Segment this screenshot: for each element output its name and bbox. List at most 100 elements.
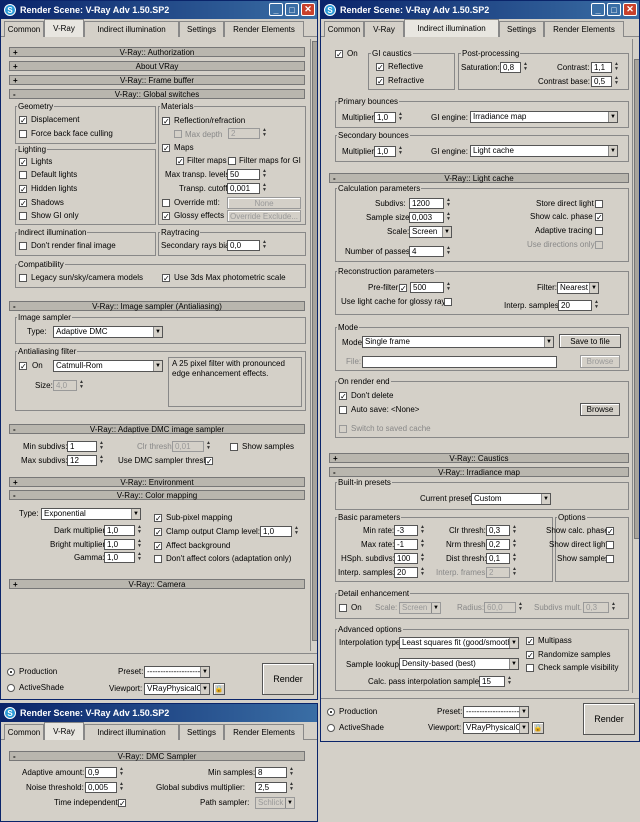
tab-indirect-illumination[interactable]: Indirect illumination (404, 19, 499, 37)
secondary-multiplier-spinner-arrows[interactable]: ▲ ▼ (397, 146, 404, 157)
tab-indirect-illumination[interactable]: Indirect illumination (84, 724, 179, 740)
store-direct-checkbox[interactable] (595, 200, 603, 208)
lc-interp-samples-spinner[interactable]: 20 (558, 300, 592, 311)
legacy-sun-checkbox[interactable] (19, 274, 27, 282)
rollout-about[interactable]: + About VRay (9, 61, 305, 71)
max-depth-spinner-arrows[interactable]: ▲ ▼ (261, 128, 268, 139)
transp-cutoff-spinner[interactable]: 0,001 (227, 183, 260, 194)
rollout-frame-buffer[interactable]: + V-Ray:: Frame buffer (9, 75, 305, 85)
lc-subdivs-spinner[interactable]: 1200 (409, 198, 444, 209)
min-subdivs-spinner[interactable]: 1 (67, 441, 97, 452)
rollout-authorization[interactable]: + V-Ray:: Authorization (9, 47, 305, 57)
tab-common[interactable]: Common (4, 21, 44, 37)
rollout-adaptive-dmc[interactable]: - V-Ray:: Adaptive DMC image sampler (9, 424, 305, 434)
noise-threshold-spinner-arrows[interactable]: ▲ ▼ (118, 782, 125, 793)
clamp-level-spinner-arrows[interactable]: ▲ ▼ (293, 526, 300, 537)
glossy-effects-checkbox[interactable]: ✓ (162, 212, 170, 221)
show-direct-light-checkbox[interactable] (606, 541, 614, 549)
mode-dropdown[interactable]: Single frame ▼ (362, 336, 554, 348)
secondary-bias-spinner[interactable]: 0,0 (227, 240, 260, 251)
close-button[interactable]: ✕ (623, 3, 637, 16)
dark-multiplier-spinner[interactable]: 1,0 (104, 525, 135, 536)
auto-save-browse-button[interactable]: Browse (580, 403, 620, 416)
max-subdivs-spinner[interactable]: 12 (67, 455, 97, 466)
aa-filter-dropdown[interactable]: Catmull-Rom ▼ (53, 360, 163, 372)
rollout-color-mapping[interactable]: - V-Ray:: Color mapping (9, 490, 305, 500)
lc-filter-dropdown[interactable]: Nearest ▼ (557, 282, 599, 294)
lc-interp-samples-spinner-arrows[interactable]: ▲ ▼ (593, 300, 600, 311)
minimize-button[interactable]: _ (269, 3, 283, 16)
default-lights-checkbox[interactable] (19, 171, 27, 179)
preset-dropdown[interactable]: ---------------------------▼ (463, 706, 529, 718)
tab-settings[interactable]: Settings (179, 724, 224, 740)
interp-frames-spinner-arrows[interactable]: ▲ ▼ (511, 567, 518, 578)
tab-render-elements[interactable]: Render Elements (224, 21, 304, 37)
max-depth-checkbox[interactable] (174, 130, 182, 138)
dark-multiplier-spinner-arrows[interactable]: ▲ ▼ (136, 525, 143, 536)
clamp-level-spinner[interactable]: 1,0 (260, 526, 292, 537)
maps-checkbox[interactable]: ✓ (162, 144, 170, 153)
irr-interp-samples-spinner-arrows[interactable]: ▲ ▼ (419, 567, 426, 578)
filter-maps-gi-checkbox[interactable] (228, 157, 236, 165)
image-sampler-type-dropdown[interactable]: Adaptive DMC ▼ (53, 326, 163, 338)
hidden-lights-checkbox[interactable]: ✓ (19, 185, 27, 194)
min-rate-spinner[interactable]: -3 (394, 525, 418, 536)
min-rate-spinner-arrows[interactable]: ▲ ▼ (419, 525, 426, 536)
tab-vray[interactable]: V-Ray (364, 21, 404, 37)
switch-saved-cache-checkbox[interactable] (339, 425, 347, 433)
title-bar[interactable]: S Render Scene: V-Ray Adv 1.50.SP2 (1, 704, 317, 722)
contrast-base-spinner[interactable]: 0,5 (591, 76, 612, 87)
rollout-caustics[interactable]: + V-Ray:: Caustics (329, 453, 629, 463)
interp-type-dropdown[interactable]: Least squares fit (good/smooth ▼ (399, 637, 519, 649)
max-transp-levels-spinner[interactable]: 50 (227, 169, 260, 180)
activeshade-radio[interactable] (327, 724, 335, 732)
check-visibility-checkbox[interactable] (526, 664, 534, 672)
transp-cutoff-spinner-arrows[interactable]: ▲ ▼ (261, 183, 268, 194)
interp-frames-spinner[interactable]: 2 (486, 567, 510, 578)
use-3ds-photometric-checkbox[interactable]: ✓ (162, 274, 170, 283)
scrollbar-thumb[interactable] (312, 41, 317, 641)
prefilter-spinner-arrows[interactable]: ▲ ▼ (445, 282, 452, 293)
dont-affect-colors-checkbox[interactable] (154, 555, 162, 563)
subdivs-mult-spinner[interactable]: 0,3 (583, 602, 609, 613)
viewport-dropdown[interactable]: VRayPhysicalC ▼ (463, 722, 529, 734)
time-independent-checkbox[interactable]: ✓ (118, 799, 126, 808)
file-browse-button[interactable]: Browse (580, 355, 620, 368)
num-passes-spinner-arrows[interactable]: ▲ ▼ (445, 246, 452, 257)
clamp-output-checkbox[interactable]: ✓ (154, 528, 162, 537)
adaptive-tracing-checkbox[interactable] (595, 227, 603, 235)
affect-background-checkbox[interactable]: ✓ (154, 542, 162, 551)
contrast-base-spinner-arrows[interactable]: ▲ ▼ (613, 76, 620, 87)
title-bar[interactable]: S Render Scene: V-Ray Adv 1.50.SP2 _ □ ✕ (1, 1, 317, 19)
show-gi-only-checkbox[interactable] (19, 212, 27, 220)
shadows-checkbox[interactable]: ✓ (19, 199, 27, 208)
gamma-spinner[interactable]: 1,0 (104, 552, 135, 563)
primary-multiplier-spinner[interactable]: 1,0 (374, 112, 396, 123)
radius-spinner[interactable]: 60,0 (484, 602, 516, 613)
max-rate-spinner[interactable]: -1 (394, 539, 418, 550)
max-depth-spinner[interactable]: 2 (228, 128, 260, 139)
max-rate-spinner-arrows[interactable]: ▲ ▼ (419, 539, 426, 550)
sample-size-spinner-arrows[interactable]: ▲ ▼ (445, 212, 452, 223)
current-preset-dropdown[interactable]: Custom ▼ (471, 493, 551, 505)
rollout-irradiance-map[interactable]: - V-Ray:: Irradiance map (329, 467, 629, 477)
path-sampler-dropdown[interactable]: Schlick sampling▼ (255, 797, 295, 809)
secondary-gi-engine-dropdown[interactable]: Light cache ▼ (470, 145, 618, 157)
clr-thresh-spinner-arrows[interactable]: ▲ ▼ (205, 441, 212, 452)
dist-thresh-spinner-arrows[interactable]: ▲ ▼ (511, 553, 518, 564)
rollout-image-sampler[interactable]: - V-Ray:: Image sampler (Antialiasing) (9, 301, 305, 311)
production-radio[interactable] (7, 668, 15, 676)
nrm-thresh-spinner-arrows[interactable]: ▲ ▼ (511, 539, 518, 550)
saturation-spinner-arrows[interactable]: ▲ ▼ (522, 62, 529, 73)
max-subdivs-spinner-arrows[interactable]: ▲ ▼ (98, 455, 105, 466)
aa-on-checkbox[interactable]: ✓ (19, 362, 27, 371)
radius-spinner-arrows[interactable]: ▲ ▼ (517, 602, 524, 613)
render-button[interactable]: Render (583, 703, 635, 735)
subdivs-mult-spinner-arrows[interactable]: ▲ ▼ (610, 602, 617, 613)
rollout-scrollbar[interactable] (310, 39, 317, 651)
min-samples-spinner[interactable]: 8 (255, 767, 287, 778)
tab-vray[interactable]: V-Ray (44, 19, 84, 37)
contrast-spinner-arrows[interactable]: ▲ ▼ (613, 62, 620, 73)
gamma-spinner-arrows[interactable]: ▲ ▼ (136, 552, 143, 563)
min-subdivs-spinner-arrows[interactable]: ▲ ▼ (98, 441, 105, 452)
